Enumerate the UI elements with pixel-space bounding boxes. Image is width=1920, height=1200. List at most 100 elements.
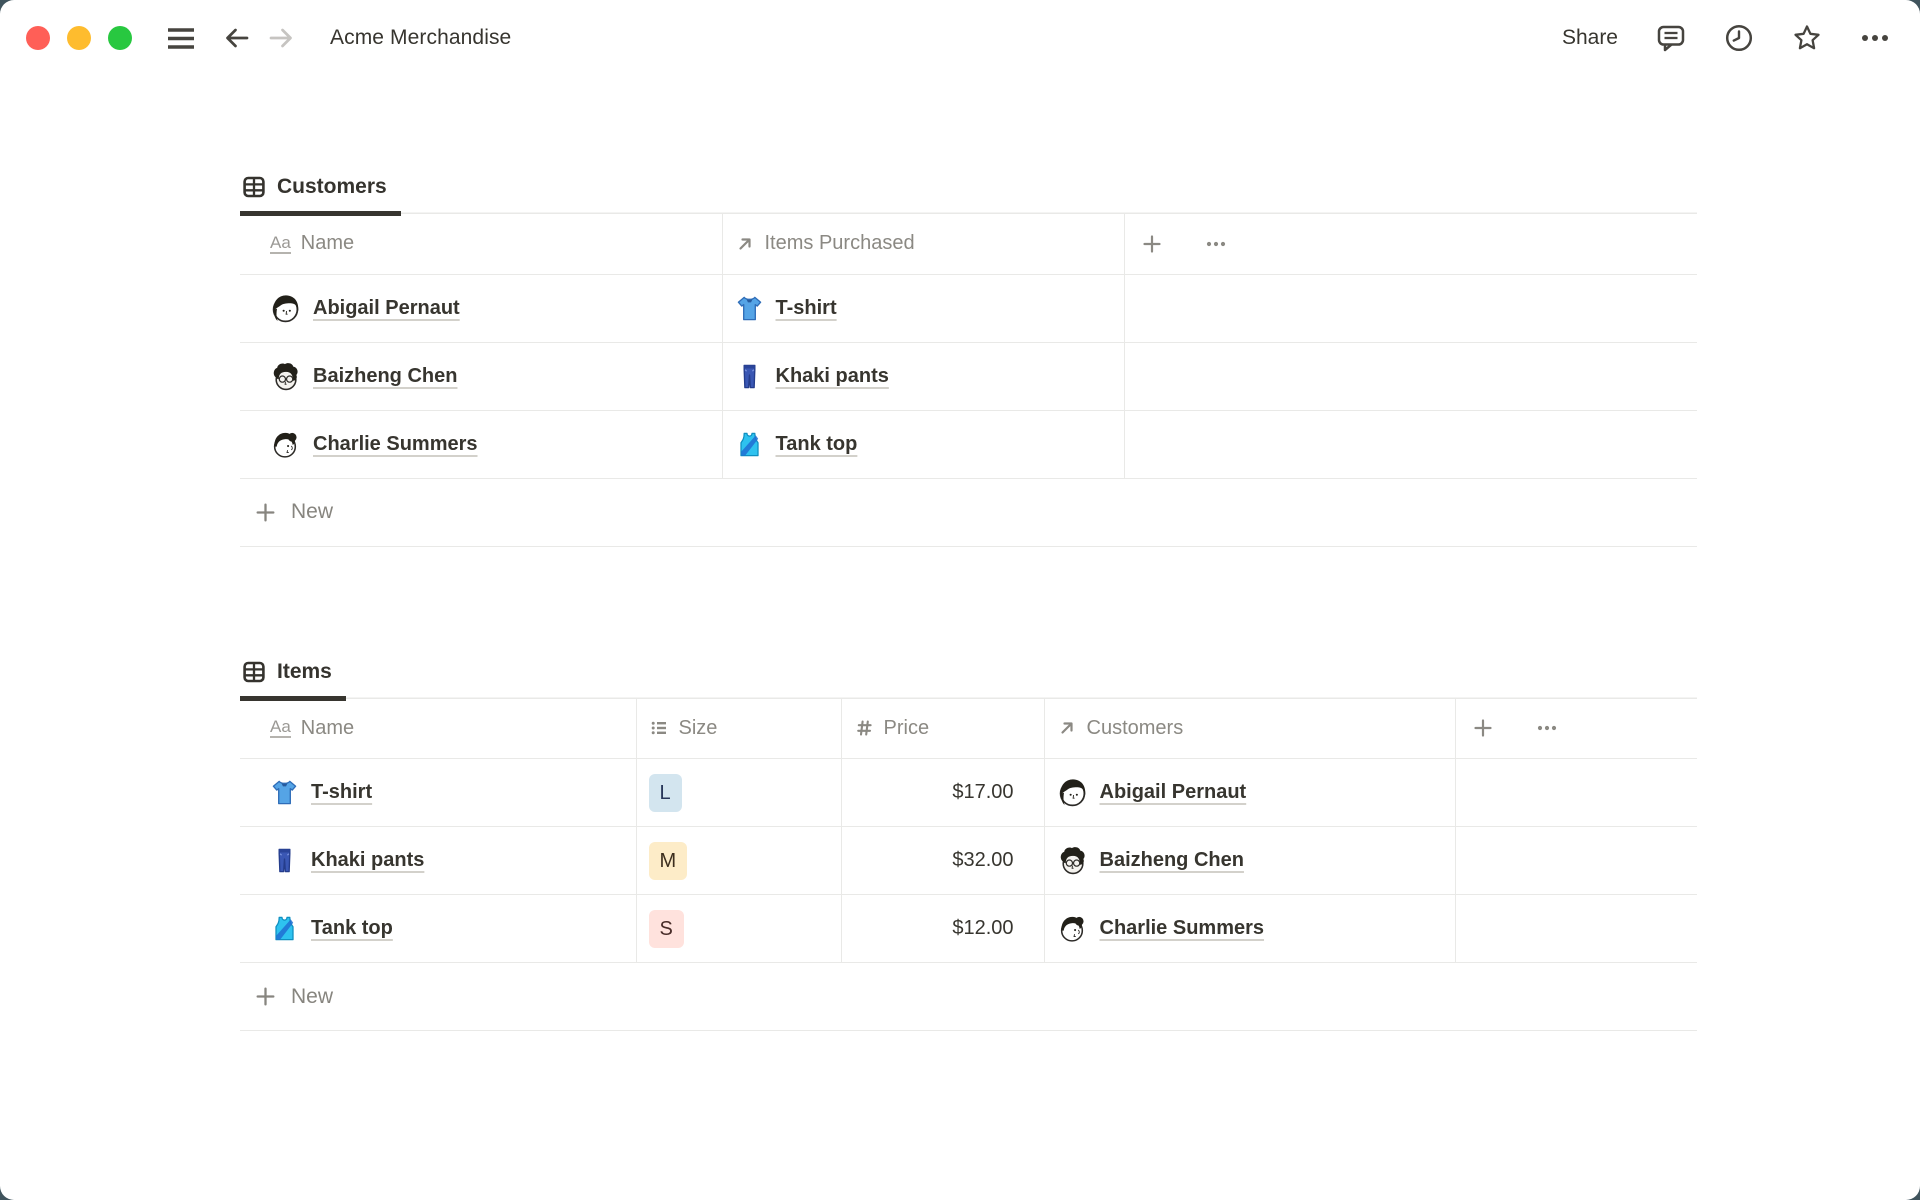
items-table: Aa Name Size Price Customers T-shirt L $… — [240, 698, 1697, 963]
sidebar-toggle-button[interactable] — [164, 23, 198, 54]
column-header-size[interactable]: Size — [637, 717, 841, 740]
table-view-icon — [242, 660, 266, 684]
customer-relation-link[interactable]: Charlie Summers — [1100, 917, 1265, 940]
tshirt-icon — [735, 294, 764, 323]
avatar-charlie — [1057, 913, 1088, 944]
jeans-icon — [735, 362, 764, 391]
column-label: Price — [883, 716, 930, 739]
table-row: Charlie Summers Tank top — [240, 410, 1697, 479]
tanktop-icon — [735, 430, 764, 459]
empty-cell — [1455, 826, 1697, 895]
column-label: Customers — [1086, 716, 1184, 739]
avatar-baizheng — [1057, 845, 1088, 876]
new-row-label: New — [291, 500, 334, 523]
size-tag[interactable]: S — [648, 909, 684, 948]
minimize-window-button[interactable] — [67, 26, 91, 50]
item-page-link[interactable]: T-shirt — [311, 781, 372, 804]
column-header-name[interactable]: Aa Name — [240, 232, 722, 255]
column-label: Size — [678, 716, 718, 739]
add-property-button[interactable] — [1141, 233, 1163, 255]
customers-table: Aa Name Items Purchased Abigail Pernaut … — [240, 214, 1697, 479]
table-row: Baizheng Chen Khaki pants — [240, 342, 1697, 411]
plus-icon — [254, 501, 277, 524]
number-property-icon — [854, 718, 874, 738]
new-row-button[interactable]: New — [240, 479, 1697, 547]
tab-label: Items — [277, 659, 332, 683]
avatar-abigail — [270, 293, 301, 324]
avatar-baizheng — [270, 361, 301, 392]
column-label: Name — [300, 232, 355, 255]
customers-view-tabbar: Customers — [240, 148, 1697, 216]
customer-relation-link[interactable]: Abigail Pernaut — [1100, 781, 1247, 804]
hamburger-icon — [164, 23, 198, 54]
comment-icon — [1656, 23, 1686, 53]
empty-cell — [1124, 274, 1697, 343]
size-tag[interactable]: M — [648, 841, 688, 880]
plus-icon — [254, 985, 277, 1008]
comments-button[interactable] — [1656, 23, 1686, 53]
more-options-button[interactable] — [1860, 23, 1890, 53]
items-view-tabbar: Items — [240, 633, 1697, 701]
table-view-icon — [242, 175, 266, 199]
customer-page-link[interactable]: Baizheng Chen — [313, 365, 457, 388]
column-header-name[interactable]: Aa Name — [240, 717, 636, 740]
jeans-icon — [270, 846, 299, 875]
notion-window: Acme Merchandise Share Customers Aa Name… — [0, 0, 1920, 1200]
share-button[interactable]: Share — [1562, 26, 1618, 50]
traffic-lights — [26, 26, 132, 50]
empty-cell — [1124, 342, 1697, 411]
table-row: Khaki pants M $32.00 Baizheng Chen — [240, 826, 1697, 895]
forward-arrow-icon — [266, 23, 296, 53]
table-row: Tank top S $12.00 Charlie Summers — [240, 894, 1697, 963]
column-header-price[interactable]: Price — [842, 717, 1044, 740]
price-cell[interactable]: $12.00 — [842, 917, 1044, 940]
zoom-window-button[interactable] — [108, 26, 132, 50]
price-cell[interactable]: $17.00 — [842, 781, 1044, 804]
property-options-button[interactable] — [1536, 717, 1558, 739]
table-row: T-shirt L $17.00 Abigail Pernaut — [240, 758, 1697, 827]
tab-label: Customers — [277, 175, 387, 198]
title-property-icon: Aa — [270, 717, 291, 739]
item-page-link[interactable]: Khaki pants — [311, 849, 424, 872]
close-window-button[interactable] — [26, 26, 50, 50]
column-header-customers[interactable]: Customers — [1045, 717, 1455, 740]
ellipsis-icon — [1860, 23, 1890, 53]
item-relation-link[interactable]: T-shirt — [776, 297, 837, 320]
tab-items-table-view[interactable]: Items — [240, 660, 346, 701]
back-button[interactable] — [222, 23, 252, 53]
clock-icon — [1724, 23, 1754, 53]
empty-cell — [1124, 410, 1697, 479]
price-cell[interactable]: $32.00 — [842, 849, 1044, 872]
relation-property-icon — [735, 234, 755, 254]
customer-page-link[interactable]: Abigail Pernaut — [313, 297, 460, 320]
updates-button[interactable] — [1724, 23, 1754, 53]
customers-database: Customers Aa Name Items Purchased Abigai… — [240, 148, 1697, 547]
add-property-button[interactable] — [1472, 717, 1494, 739]
forward-button[interactable] — [266, 23, 296, 53]
customer-relation-link[interactable]: Baizheng Chen — [1100, 849, 1244, 872]
empty-cell — [1455, 758, 1697, 827]
item-relation-link[interactable]: Khaki pants — [776, 365, 889, 388]
item-page-link[interactable]: Tank top — [311, 917, 393, 940]
item-relation-link[interactable]: Tank top — [776, 433, 858, 456]
tshirt-icon — [270, 778, 299, 807]
page-title: Acme Merchandise — [330, 26, 512, 49]
favorite-button[interactable] — [1792, 23, 1822, 53]
size-tag[interactable]: L — [648, 773, 682, 812]
new-row-label: New — [291, 984, 334, 1008]
star-icon — [1792, 23, 1822, 53]
table-row: Abigail Pernaut T-shirt — [240, 274, 1697, 343]
back-arrow-icon — [222, 23, 252, 53]
avatar-charlie — [270, 429, 301, 460]
customer-page-link[interactable]: Charlie Summers — [313, 433, 478, 456]
title-property-icon: Aa — [270, 232, 291, 254]
column-header-items-purchased[interactable]: Items Purchased — [723, 232, 1124, 255]
new-row-button[interactable]: New — [240, 963, 1697, 1031]
tab-customers-table-view[interactable]: Customers — [240, 175, 401, 216]
tanktop-icon — [270, 914, 299, 943]
column-label: Items Purchased — [764, 232, 915, 255]
property-options-button[interactable] — [1205, 233, 1227, 255]
items-database: Items Aa Name Size Price Customers T-shi… — [240, 633, 1697, 1031]
empty-cell — [1455, 894, 1697, 963]
select-property-icon — [649, 718, 669, 738]
